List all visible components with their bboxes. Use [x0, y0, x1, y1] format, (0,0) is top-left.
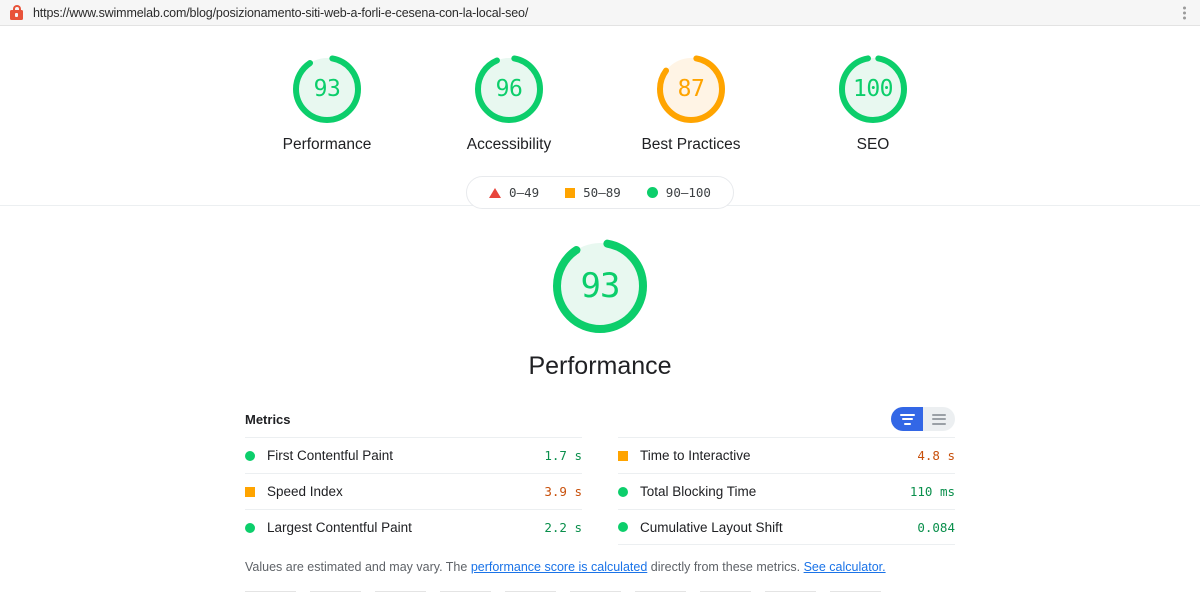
- metric-row[interactable]: Speed Index 3.9 s: [245, 473, 582, 509]
- square-icon: [565, 187, 576, 198]
- legend-wrapper: 0–49 50–89 90–100: [0, 176, 1200, 209]
- gauge-score: 100: [852, 76, 894, 102]
- legend-range: 0–49: [509, 185, 540, 200]
- legend-item: 0–49: [489, 185, 539, 200]
- circle-icon: [618, 522, 628, 532]
- performance-gauge-label: Performance: [528, 352, 672, 380]
- metric-value: 110 ms: [909, 484, 955, 499]
- score-gauge-row: 93 Performance 96 Accessibility 87 Best …: [0, 54, 1200, 154]
- metric-value: 1.7 s: [544, 448, 582, 463]
- metric-value: 3.9 s: [544, 484, 582, 499]
- metrics-grid: First Contentful Paint 1.7 s Time to Int…: [245, 437, 955, 545]
- score-gauge-accessibility[interactable]: 96 Accessibility: [444, 54, 574, 154]
- metric-row[interactable]: Largest Contentful Paint 2.2 s: [245, 509, 582, 545]
- metric-name: Total Blocking Time: [640, 484, 757, 499]
- lock-icon: [10, 5, 23, 20]
- triangle-icon: [489, 187, 502, 198]
- gauge-score: 96: [495, 76, 523, 102]
- performance-score-link[interactable]: performance score is calculated: [471, 560, 647, 574]
- metrics-note: Values are estimated and may vary. The p…: [245, 560, 955, 574]
- gauge-label: Accessibility: [466, 136, 552, 153]
- circle-icon: [646, 187, 658, 198]
- list-weighted-icon[interactable]: [891, 407, 923, 431]
- gauge-label: Best Practices: [641, 136, 741, 153]
- legend-range: 90–100: [665, 185, 711, 200]
- metrics-title: Metrics: [245, 411, 291, 427]
- performance-score-value: 93: [580, 266, 621, 306]
- performance-panel: 93 Performance Metrics First Contentful …: [0, 206, 1200, 592]
- metrics-header: Metrics: [245, 407, 955, 437]
- score-gauge-performance[interactable]: 93 Performance: [262, 54, 392, 154]
- metric-name: First Contentful Paint: [267, 448, 394, 463]
- metric-name: Time to Interactive: [640, 448, 751, 463]
- metric-row[interactable]: First Contentful Paint 1.7 s: [245, 437, 582, 473]
- note-text-2: directly from these metrics.: [647, 560, 804, 574]
- gauge-ring: 93: [292, 54, 362, 124]
- circle-icon: [245, 450, 255, 461]
- metric-value: 2.2 s: [544, 520, 582, 535]
- summary-section: 93 Performance 96 Accessibility 87 Best …: [0, 26, 1200, 209]
- square-icon: [618, 450, 628, 461]
- circle-icon: [245, 522, 255, 533]
- legend-range: 50–89: [583, 185, 621, 200]
- kebab-menu-icon[interactable]: [1181, 4, 1188, 21]
- metric-name: Largest Contentful Paint: [267, 520, 412, 535]
- score-gauge-seo[interactable]: 100 SEO: [808, 54, 938, 154]
- score-legend: 0–49 50–89 90–100: [466, 176, 734, 209]
- circle-icon: [618, 486, 628, 497]
- gauge-score: 93: [313, 76, 341, 102]
- gauge-ring: 100: [838, 54, 908, 124]
- metric-row[interactable]: Time to Interactive 4.8 s: [618, 437, 955, 473]
- browser-url-bar[interactable]: https://www.swimmelab.com/blog/posiziona…: [0, 0, 1200, 26]
- gauge-score: 87: [677, 76, 705, 102]
- metrics-view-toggle[interactable]: [891, 407, 955, 431]
- square-icon: [245, 486, 255, 497]
- list-equal-icon[interactable]: [923, 407, 955, 431]
- metric-name: Cumulative Layout Shift: [640, 519, 783, 535]
- metric-name: Speed Index: [267, 484, 343, 499]
- see-calculator-link[interactable]: See calculator.: [804, 560, 886, 574]
- metric-value: 0.084: [917, 519, 955, 535]
- category-gauge-wrap: 93 Performance: [0, 238, 1200, 381]
- gauge-ring: 87: [656, 54, 726, 124]
- url-text: https://www.swimmelab.com/blog/posiziona…: [33, 5, 529, 20]
- metric-row[interactable]: Total Blocking Time 110 ms: [618, 473, 955, 509]
- metric-row[interactable]: Cumulative Layout Shift 0.084: [618, 509, 955, 545]
- score-gauge-best-practices[interactable]: 87 Best Practices: [626, 54, 756, 154]
- metric-value: 4.8 s: [917, 448, 955, 463]
- gauge-label: SEO: [856, 136, 890, 153]
- performance-gauge[interactable]: 93: [552, 238, 648, 334]
- note-text-1: Values are estimated and may vary. The: [245, 560, 471, 574]
- gauge-ring: 96: [474, 54, 544, 124]
- gauge-label: Performance: [282, 136, 372, 153]
- legend-item: 50–89: [565, 185, 621, 200]
- metrics-block: Metrics First Contentful Paint 1.7 s Tim…: [245, 407, 955, 574]
- legend-item: 90–100: [646, 185, 711, 200]
